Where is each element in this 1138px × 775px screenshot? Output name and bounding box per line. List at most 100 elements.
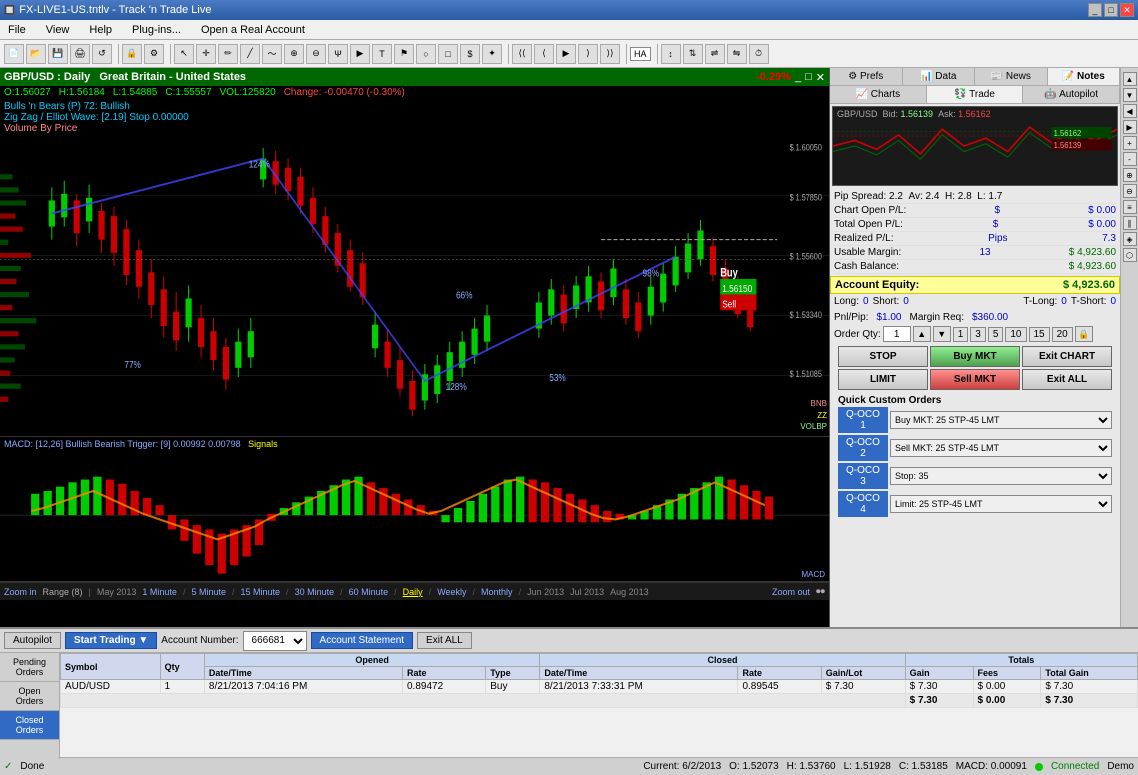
tb-flag[interactable]: ⚑ xyxy=(394,44,414,64)
tb-dollar[interactable]: $ xyxy=(460,44,480,64)
autopilot-button[interactable]: Autopilot xyxy=(4,632,61,649)
tb-rect[interactable]: □ xyxy=(438,44,458,64)
side-btn-8[interactable]: ⊖ xyxy=(1123,184,1137,198)
mini-chart[interactable]: 1.56162 1.56139 GBP/USD Bid: 1.56139 Ask… xyxy=(832,106,1118,186)
tb-text[interactable]: T xyxy=(372,44,392,64)
exit-chart-button[interactable]: Exit CHART xyxy=(1022,346,1112,367)
tf-monthly[interactable]: Monthly xyxy=(481,587,513,597)
macd-chart[interactable]: MACD: [12,26] Bullish Bearish Trigger: [… xyxy=(0,437,829,582)
qty-preset-15[interactable]: 15 xyxy=(1029,327,1050,342)
tab-news[interactable]: 📰 News xyxy=(975,68,1048,85)
chart-minimize[interactable]: _ xyxy=(795,71,801,83)
account-statement-button[interactable]: Account Statement xyxy=(311,632,414,649)
tab-autopilot[interactable]: 🤖 Autopilot xyxy=(1023,86,1120,103)
tb-save[interactable]: 💾 xyxy=(48,44,68,64)
qty-lock-btn[interactable]: 🔒 xyxy=(1075,326,1093,342)
tab-trade[interactable]: 💱 Trade xyxy=(927,86,1024,103)
limit-order-button[interactable]: LIMIT xyxy=(838,369,928,390)
tb-extra1[interactable]: ↕ xyxy=(661,44,681,64)
oco-select-1[interactable]: Buy MKT: 25 STP-45 LMT xyxy=(890,411,1112,429)
menu-plugins[interactable]: Plug-ins... xyxy=(128,22,185,38)
side-btn-2[interactable]: ▼ xyxy=(1123,88,1137,102)
menu-view[interactable]: View xyxy=(42,22,74,38)
qty-preset-20[interactable]: 20 xyxy=(1052,327,1073,342)
exit-all-button[interactable]: Exit ALL xyxy=(1022,369,1112,390)
tab-data[interactable]: 📊 Data xyxy=(903,68,976,85)
chart-nav-icon[interactable]: ⏺⏺ xyxy=(816,586,825,597)
tb-zoom-out[interactable]: ⊖ xyxy=(306,44,326,64)
maximize-button[interactable]: □ xyxy=(1104,3,1118,17)
zoom-out-btn[interactable]: Zoom out xyxy=(772,587,810,597)
tb-print[interactable]: 🖨 xyxy=(70,44,90,64)
stop-order-button[interactable]: STOP xyxy=(838,346,928,367)
tb-play[interactable]: ▶ xyxy=(556,44,576,64)
oco-select-2[interactable]: Sell MKT: 25 STP-45 LMT xyxy=(890,439,1112,457)
tf-30min[interactable]: 30 Minute xyxy=(295,587,335,597)
bottom-exit-all-button[interactable]: Exit ALL xyxy=(417,632,472,649)
table-row[interactable]: AUD/USD 1 8/21/2013 7:04:16 PM 0.89472 B… xyxy=(61,680,1138,694)
title-bar-buttons[interactable]: _ □ ✕ xyxy=(1088,3,1134,17)
tb-crosshair[interactable]: ✛ xyxy=(196,44,216,64)
close-button[interactable]: ✕ xyxy=(1120,3,1134,17)
qty-preset-10[interactable]: 10 xyxy=(1005,327,1026,342)
side-btn-1[interactable]: ▲ xyxy=(1123,72,1137,86)
chart-maximize[interactable]: □ xyxy=(805,71,812,83)
tb-time[interactable]: ⏱ xyxy=(749,44,769,64)
tb-extra2[interactable]: ⇅ xyxy=(683,44,703,64)
sell-market-button[interactable]: Sell MKT xyxy=(930,369,1020,390)
tb-lock[interactable]: 🔒 xyxy=(122,44,142,64)
tf-5min[interactable]: 5 Minute xyxy=(191,587,226,597)
qty-preset-5[interactable]: 5 xyxy=(988,327,1004,342)
tb-fib[interactable]: Ψ xyxy=(328,44,348,64)
realized-pl-link[interactable]: Pips xyxy=(988,233,1007,244)
tb-special[interactable]: ✦ xyxy=(482,44,502,64)
tb-wave[interactable]: 〜 xyxy=(262,44,282,64)
menu-open-real[interactable]: Open a Real Account xyxy=(197,22,309,38)
side-btn-12[interactable]: ⬡ xyxy=(1123,248,1137,262)
tb-extra3[interactable]: ⇌ xyxy=(705,44,725,64)
tb-refresh[interactable]: ↺ xyxy=(92,44,112,64)
tb-next[interactable]: ⟩ xyxy=(578,44,598,64)
start-trading-button[interactable]: Start Trading ▼ xyxy=(65,632,157,649)
minimize-button[interactable]: _ xyxy=(1088,3,1102,17)
menu-help[interactable]: Help xyxy=(85,22,116,38)
chart-close[interactable]: ✕ xyxy=(816,71,825,84)
tf-daily[interactable]: Daily xyxy=(403,587,423,597)
tb-prev[interactable]: ⟨ xyxy=(534,44,554,64)
tab-open-orders[interactable]: Open Orders xyxy=(0,682,59,711)
tb-cursor[interactable]: ↖ xyxy=(174,44,194,64)
oco-select-3[interactable]: Stop: 35 xyxy=(890,467,1112,485)
tb-new[interactable]: 📄 xyxy=(4,44,24,64)
side-btn-3[interactable]: ◀ xyxy=(1123,104,1137,118)
tb-arrow[interactable]: ▶ xyxy=(350,44,370,64)
tab-charts[interactable]: 📈 Charts xyxy=(830,86,927,103)
tb-zoom-in[interactable]: ⊕ xyxy=(284,44,304,64)
tb-back[interactable]: ⟨⟨ xyxy=(512,44,532,64)
zoom-in-btn[interactable]: Zoom in xyxy=(4,587,37,597)
side-btn-9[interactable]: ≡ xyxy=(1123,200,1137,214)
side-btn-7[interactable]: ⊕ xyxy=(1123,168,1137,182)
qty-input[interactable] xyxy=(883,326,911,342)
tb-settings[interactable]: ⚙ xyxy=(144,44,164,64)
side-btn-5[interactable]: + xyxy=(1123,136,1137,150)
menu-file[interactable]: File xyxy=(4,22,30,38)
tb-extra4[interactable]: ⇋ xyxy=(727,44,747,64)
account-number-select[interactable]: 666681 xyxy=(243,631,307,651)
tab-pending-orders[interactable]: Pending Orders xyxy=(0,653,59,682)
tb-open[interactable]: 📂 xyxy=(26,44,46,64)
buy-market-button[interactable]: Buy MKT xyxy=(930,346,1020,367)
tb-line[interactable]: ╱ xyxy=(240,44,260,64)
tf-15min[interactable]: 15 Minute xyxy=(241,587,281,597)
side-btn-6[interactable]: - xyxy=(1123,152,1137,166)
oco-select-4[interactable]: Limit: 25 STP-45 LMT xyxy=(890,495,1112,513)
side-btn-11[interactable]: ◈ xyxy=(1123,232,1137,246)
qty-preset-1[interactable]: 1 xyxy=(953,327,969,342)
total-pl-link[interactable]: $ xyxy=(993,219,999,230)
qty-down-btn[interactable]: ▼ xyxy=(933,326,951,342)
tb-circle[interactable]: ○ xyxy=(416,44,436,64)
tab-prefs[interactable]: ⚙ Prefs xyxy=(830,68,903,85)
tab-notes[interactable]: 📝 Notes xyxy=(1048,68,1121,85)
qty-preset-3[interactable]: 3 xyxy=(970,327,986,342)
qty-up-btn[interactable]: ▲ xyxy=(913,326,931,342)
side-btn-4[interactable]: ▶ xyxy=(1123,120,1137,134)
